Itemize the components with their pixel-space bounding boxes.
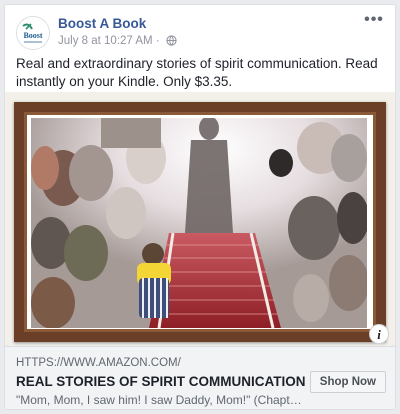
post-text: Real and extraordinary stories of spirit… — [16, 56, 378, 89]
link-preview[interactable]: HTTPS://WWW.AMAZON.COM/ REAL STORIES OF … — [5, 346, 395, 409]
sponsored-post: Boost Boost A Book July 8 at 10:27 AM · … — [4, 4, 396, 410]
link-description: "Mom, Mom, I saw him! I saw Daddy, Mom!"… — [16, 393, 306, 407]
more-options-icon[interactable]: ••• — [363, 12, 385, 29]
ad-image[interactable]: i — [5, 92, 395, 346]
page-name-link[interactable]: Boost A Book — [58, 16, 146, 31]
page-avatar[interactable]: Boost — [16, 16, 50, 50]
svg-text:Boost: Boost — [23, 31, 42, 40]
boost-logo-icon: Boost — [17, 17, 49, 49]
shop-now-button[interactable]: Shop Now — [309, 371, 386, 393]
link-domain: HTTPS://WWW.AMAZON.COM/ — [16, 357, 181, 369]
meta-separator: · — [152, 35, 163, 47]
post-timestamp[interactable]: July 8 at 10:27 AM — [58, 35, 153, 47]
spirit-collage-photo — [31, 118, 367, 328]
globe-icon — [166, 35, 177, 49]
info-icon[interactable]: i — [369, 324, 389, 344]
post-meta: July 8 at 10:27 AM · — [58, 35, 177, 49]
link-headline[interactable]: REAL STORIES OF SPIRIT COMMUNICATION — [16, 374, 306, 389]
